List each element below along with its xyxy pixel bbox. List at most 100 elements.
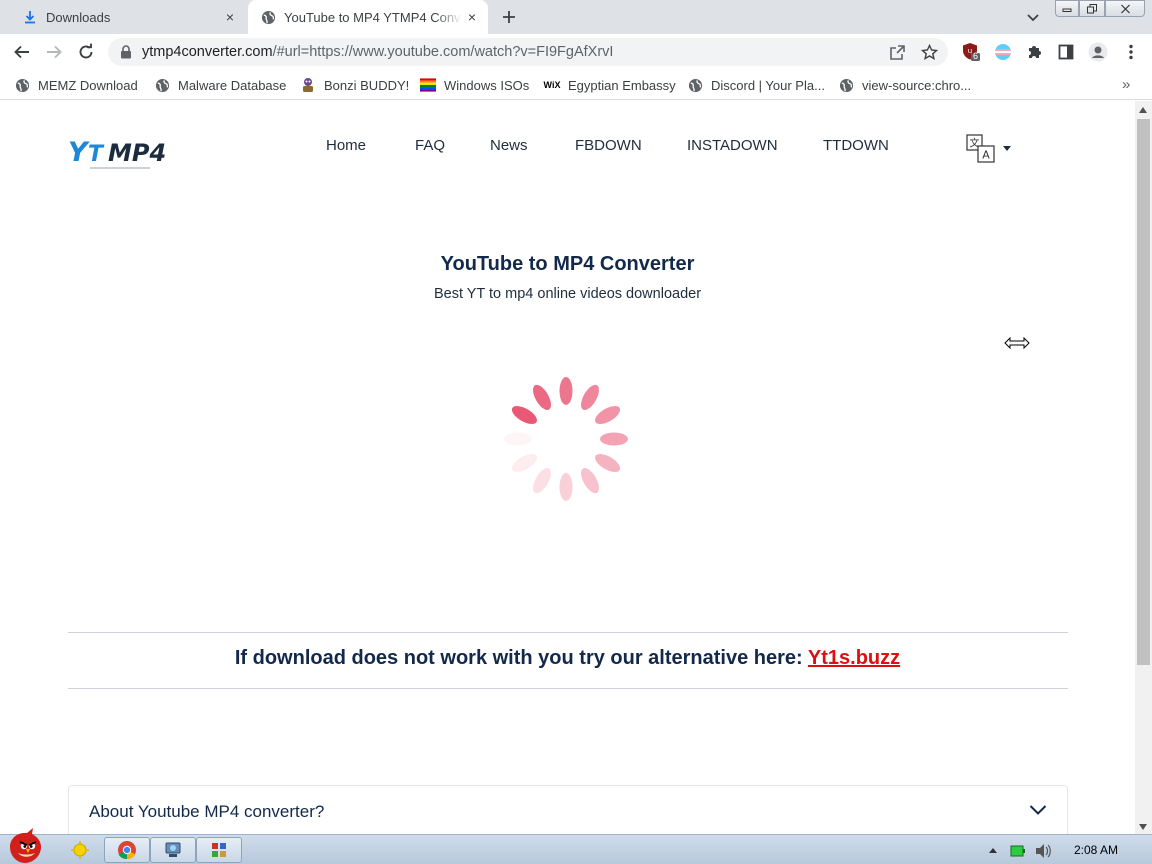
taskbar-network[interactable] — [150, 837, 196, 863]
tab-title: YouTube to MP4 YTMP4 Converter — [284, 9, 462, 25]
spinner-petal — [581, 468, 599, 494]
volume-icon[interactable] — [1034, 843, 1052, 859]
start-button[interactable] — [4, 827, 50, 864]
tab-close-button[interactable]: × — [462, 7, 482, 27]
nav-faq[interactable]: FAQ — [415, 137, 445, 154]
page-subtitle: Best YT to mp4 online videos downloader — [433, 286, 702, 302]
nav-fbdown[interactable]: FBDOWN — [575, 137, 642, 154]
site-logo[interactable]: Y T MP4 — [68, 134, 174, 174]
bookmarks-overflow-button[interactable]: » — [1122, 76, 1130, 93]
side-panel-icon — [1058, 44, 1074, 60]
bookmark-egyptian-embassy[interactable]: WiX Egyptian Embassy — [544, 76, 676, 94]
bookmark-label: Windows ISOs — [444, 77, 530, 93]
alternative-link[interactable]: Yt1s.buzz — [808, 647, 900, 669]
taskbar-app[interactable] — [196, 837, 242, 863]
scroll-down-arrow-icon[interactable] — [1139, 824, 1147, 830]
restore-icon — [1087, 3, 1097, 13]
download-icon — [22, 9, 38, 25]
spinner-petal — [559, 473, 573, 501]
address-bar[interactable]: ytmp4converter.com/#url=https://www.yout… — [108, 38, 948, 66]
extensions-button[interactable] — [1024, 41, 1046, 63]
tab-title: Downloads — [46, 9, 111, 25]
nav-news[interactable]: News — [490, 137, 528, 154]
tab-search-button[interactable] — [1024, 8, 1042, 26]
taskbar-explorer[interactable] — [56, 837, 104, 863]
globe-icon — [14, 77, 30, 93]
star-icon — [920, 43, 938, 60]
angry-bird-icon — [10, 828, 41, 863]
tab-close-button[interactable]: × — [220, 7, 240, 27]
bookmark-malware-database[interactable]: Malware Database — [154, 76, 286, 94]
scrollbar-thumb[interactable] — [1137, 119, 1150, 665]
language-selector[interactable]: 文 A — [966, 134, 1014, 164]
battery-icon[interactable] — [1010, 844, 1026, 858]
nav-home[interactable]: Home — [326, 137, 366, 154]
bookmark-label: Malware Database — [178, 77, 287, 93]
arrow-right-icon — [47, 45, 62, 59]
svg-text:T: T — [88, 142, 105, 167]
restore-button[interactable] — [1079, 0, 1105, 17]
svg-text:Y: Y — [68, 137, 90, 168]
new-tab-button[interactable] — [498, 6, 520, 28]
wix-icon: WiX — [543, 80, 561, 90]
bookmark-memz[interactable]: MEMZ Download — [14, 76, 138, 94]
alternative-text: If download does not work with you try o… — [234, 647, 808, 669]
chevron-down-icon — [1029, 805, 1047, 815]
globe-icon — [154, 77, 170, 93]
pride-extension-button[interactable] — [992, 41, 1014, 63]
close-icon — [1120, 4, 1130, 13]
spinner-petal — [511, 454, 537, 472]
scroll-up-arrow-icon[interactable] — [1139, 107, 1147, 113]
tab-downloads[interactable]: Downloads × — [8, 0, 246, 34]
reload-button[interactable] — [74, 40, 98, 64]
chevron-down-icon — [1027, 14, 1039, 22]
loading-spinner — [504, 377, 628, 501]
spinner-petal — [511, 406, 537, 424]
spinner-petal — [533, 384, 551, 410]
trans-flag-icon — [995, 44, 1011, 60]
bookmark-discord[interactable]: Discord | Your Pla... — [687, 76, 825, 94]
side-panel-button[interactable] — [1055, 41, 1077, 63]
back-button[interactable] — [10, 40, 34, 64]
svg-text:A: A — [982, 149, 990, 162]
puzzle-icon — [1029, 46, 1041, 58]
profile-button[interactable] — [1087, 41, 1109, 63]
resize-cursor-icon — [1004, 337, 1030, 349]
close-window-button[interactable] — [1105, 0, 1145, 17]
forward-button[interactable] — [42, 40, 66, 64]
tab-ytmp4[interactable]: YouTube to MP4 YTMP4 Converter × — [248, 0, 488, 34]
vertical-scrollbar[interactable] — [1135, 101, 1152, 834]
nav-ttdown[interactable]: TTDOWN — [823, 137, 889, 154]
spinner-petal — [533, 468, 551, 494]
bookmarks-bar: MEMZ Download Malware Database Bonzi BUD… — [0, 70, 1152, 100]
minimize-icon — [1062, 8, 1072, 12]
windows-taskbar: 2:08 AM — [0, 828, 1152, 864]
share-icon — [889, 44, 905, 60]
menu-button[interactable] — [1120, 41, 1142, 63]
spinner-petal — [581, 384, 599, 410]
svg-text:MP4: MP4 — [108, 139, 166, 167]
taskbar-chrome[interactable] — [104, 837, 150, 863]
share-button[interactable] — [888, 43, 906, 61]
tray-overflow-icon[interactable] — [988, 846, 998, 854]
bookmark-star-button[interactable] — [920, 43, 938, 61]
tab-strip: Downloads × YouTube to MP4 YTMP4 Convert… — [0, 0, 1152, 34]
minimize-button[interactable] — [1055, 0, 1079, 17]
kebab-menu-icon — [1129, 44, 1133, 60]
bookmark-label: MEMZ Download — [38, 77, 138, 93]
translate-icon: 文 A — [966, 134, 995, 163]
arrow-left-icon — [14, 45, 29, 59]
bookmark-view-source[interactable]: view-source:chro... — [838, 76, 971, 94]
bookmark-bonzi-buddy[interactable]: Bonzi BUDDY! — [300, 76, 409, 94]
rainbow-flag-icon — [420, 77, 436, 93]
taskbar-clock[interactable]: 2:08 AM — [1074, 843, 1118, 857]
ublock-extension-button[interactable]: u 6 — [960, 41, 982, 63]
faq-accordion-item[interactable]: About Youtube MP4 converter? — [68, 785, 1068, 834]
chrome-icon — [118, 841, 136, 860]
bookmark-windows-isos[interactable]: Windows ISOs — [420, 76, 529, 94]
spinner-petal — [595, 454, 621, 472]
lock-icon — [121, 45, 131, 59]
alternative-notice: If download does not work with you try o… — [0, 647, 1135, 670]
nav-instadown[interactable]: INSTADOWN — [687, 137, 778, 154]
bookmark-label: Discord | Your Pla... — [711, 77, 825, 93]
